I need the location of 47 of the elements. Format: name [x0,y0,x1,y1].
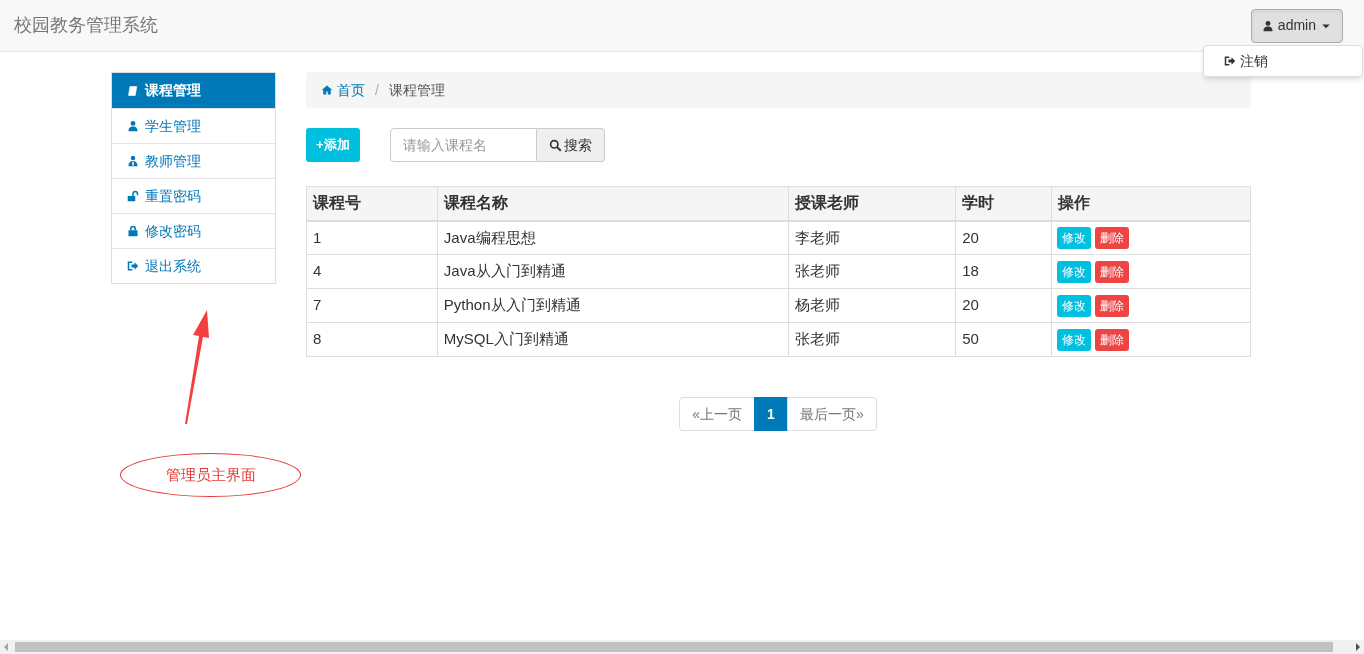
column-header: 操作 [1051,186,1251,221]
breadcrumb-current: 课程管理 [388,80,445,100]
column-header: 课程名称 [437,186,789,221]
table-cell: 18 [955,254,1052,289]
table-cell: 张老师 [788,254,956,289]
horizontal-scrollbar[interactable] [0,640,1364,654]
breadcrumb-link[interactable]: 首页 [321,79,365,101]
table-cell: 50 [955,322,1052,357]
table-cell: 张老师 [788,322,956,357]
table-cell: Java编程思想 [437,220,789,255]
column-header: 授课老师 [788,186,956,221]
book-icon [127,84,139,97]
table-cell: 20 [955,220,1052,255]
lock-icon [127,225,139,237]
teacher-icon [127,155,139,167]
delete-button[interactable]: 删除 [1095,260,1130,283]
page-link[interactable]: «上一页 [679,397,756,431]
home-icon [321,84,333,96]
unlock-icon [127,190,139,202]
search-button[interactable]: 搜索 [536,128,605,162]
table-cell: 8 [306,322,438,357]
delete-button[interactable]: 删除 [1095,226,1130,249]
table-cell: 7 [306,288,438,323]
breadcrumb-separator: / [374,80,380,100]
sign-out-icon [127,260,139,272]
page-link[interactable]: 最后一页» [786,397,877,431]
app-title[interactable]: 校园教务管理系统 [14,12,158,39]
table-cell: 李老师 [788,220,956,255]
table-cell: MySQL入门到精通 [437,322,789,357]
sidebar-item[interactable]: 课程管理 [112,73,275,108]
user-menu-button[interactable]: admin [1250,8,1343,43]
table-cell: 4 [306,254,438,289]
table-cell: Java从入门到精通 [437,254,789,289]
delete-button[interactable]: 删除 [1095,294,1130,317]
search-field[interactable]: 请输入课程名 [389,128,537,162]
column-header: 课程号 [306,186,438,221]
table-cell: Python从入门到精通 [437,288,789,323]
table-cell: 20 [955,288,1052,323]
delete-button[interactable]: 删除 [1095,328,1130,351]
search-icon [548,138,562,152]
table-cell: 1 [306,220,438,255]
sign-out-icon [1224,55,1236,67]
user-icon [127,120,139,132]
table-cell: 杨老师 [788,288,956,323]
column-header: 学时 [955,186,1052,221]
user-icon [1261,19,1274,32]
page-link[interactable]: 1 [754,397,788,431]
